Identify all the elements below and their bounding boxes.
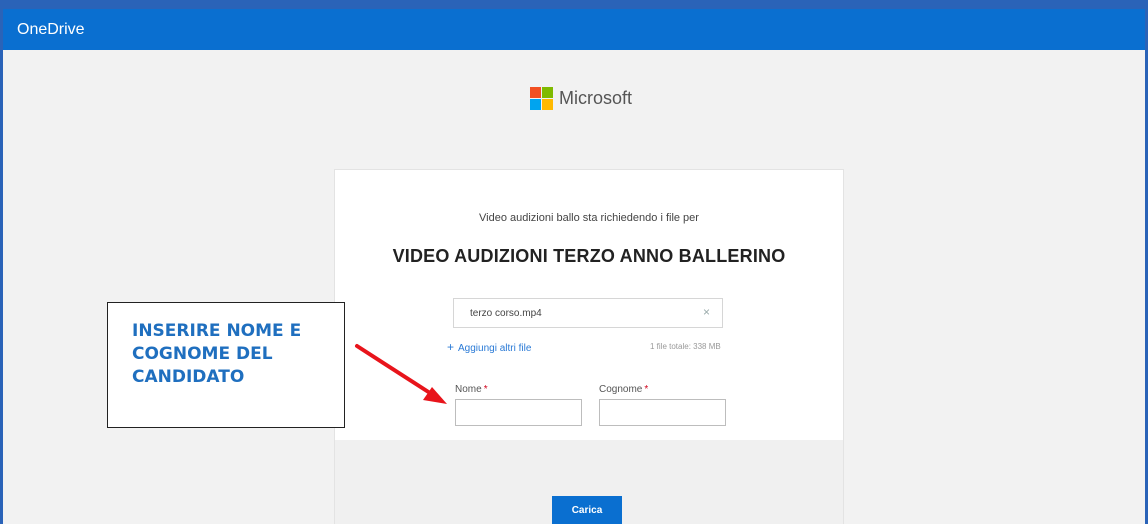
annotation-arrow-icon (355, 344, 447, 404)
